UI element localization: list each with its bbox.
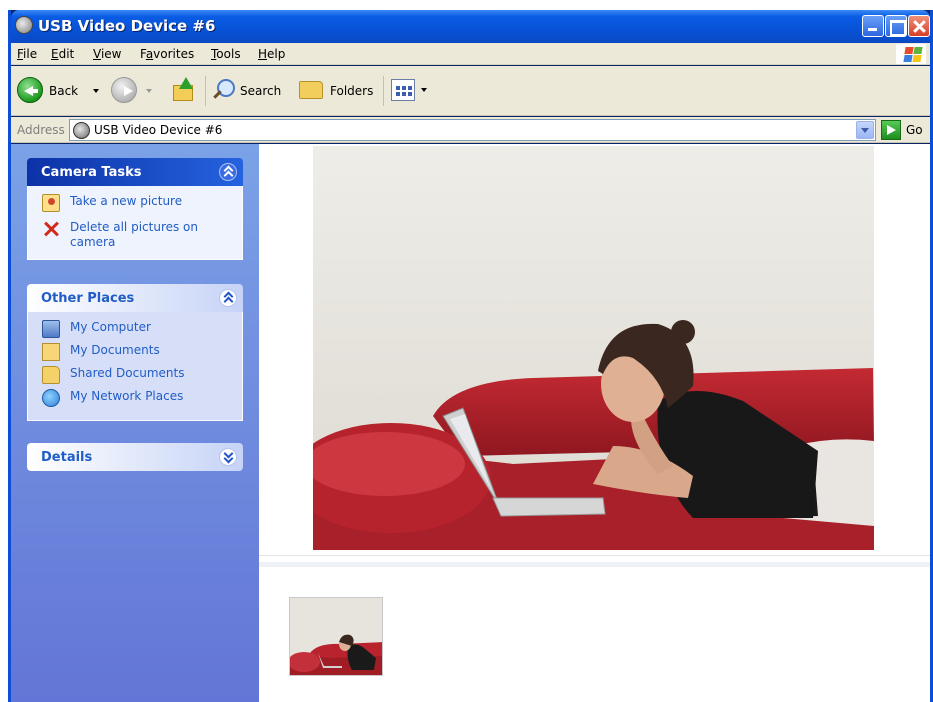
- standard-toolbar: Back Search Folders: [11, 66, 930, 116]
- camera-tasks-body: Take a new picture Delete all pictures o…: [27, 186, 243, 260]
- menu-favorites[interactable]: Favorites: [140, 47, 194, 61]
- menu-tools[interactable]: Tools: [211, 47, 241, 61]
- toolbar-separator: [383, 76, 384, 106]
- place-label: My Documents: [70, 343, 160, 357]
- back-button[interactable]: Back: [17, 77, 103, 105]
- address-bar: Address USB Video Device #6 Go: [11, 117, 930, 143]
- place-label: Shared Documents: [70, 366, 185, 380]
- folder-up-icon: [173, 77, 195, 101]
- forward-dropdown-icon[interactable]: [146, 89, 152, 93]
- go-button[interactable]: Go: [879, 119, 929, 141]
- search-button[interactable]: Search: [213, 77, 289, 105]
- delete-all-pictures-link[interactable]: Delete all pictures on camera: [40, 220, 236, 250]
- address-label: Address: [17, 123, 65, 137]
- up-folder-button[interactable]: [173, 77, 199, 105]
- collapse-chevron-icon[interactable]: [219, 163, 237, 181]
- address-input[interactable]: USB Video Device #6: [69, 119, 876, 141]
- go-arrow-icon: [881, 120, 901, 140]
- expand-chevron-icon[interactable]: [219, 448, 237, 466]
- camera-icon: [42, 194, 60, 212]
- folders-icon: [299, 81, 323, 99]
- network-icon: [42, 389, 60, 407]
- other-places-panel: Other Places My Computer My Documents Sh…: [27, 284, 243, 421]
- thumbnail-image: [290, 598, 382, 675]
- title-bar[interactable]: USB Video Device #6: [11, 10, 930, 43]
- delete-icon: [42, 220, 60, 238]
- camera-device-icon: [15, 16, 33, 34]
- menu-edit[interactable]: Edit: [51, 47, 74, 61]
- task-pane: Camera Tasks Take a new picture Delete a…: [11, 144, 259, 702]
- my-documents-link[interactable]: My Documents: [40, 343, 236, 365]
- views-dropdown-icon[interactable]: [421, 88, 427, 92]
- camera-preview-image[interactable]: [313, 146, 874, 550]
- maximize-button[interactable]: [885, 15, 907, 37]
- details-header[interactable]: Details: [27, 443, 243, 471]
- filmstrip: [259, 562, 930, 702]
- folder-icon: [42, 366, 60, 384]
- minimize-button[interactable]: [862, 15, 884, 37]
- camera-tasks-title: Camera Tasks: [41, 165, 142, 180]
- views-icon: [391, 79, 415, 101]
- task-label: Take a new picture: [70, 194, 183, 208]
- place-label: My Computer: [70, 320, 151, 334]
- task-label: Delete all pictures on camera: [70, 220, 199, 249]
- windows-logo-icon: [896, 44, 926, 64]
- camera-tasks-panel: Camera Tasks Take a new picture Delete a…: [27, 158, 243, 260]
- menu-file[interactable]: File: [17, 47, 37, 61]
- back-label: Back: [49, 84, 79, 98]
- search-label: Search: [240, 84, 282, 98]
- back-dropdown-icon[interactable]: [93, 89, 99, 93]
- place-label: My Network Places: [70, 389, 184, 403]
- explorer-window: USB Video Device #6 File Edit View Favor…: [8, 10, 933, 702]
- search-icon: [213, 79, 235, 99]
- back-arrow-icon: [17, 77, 43, 103]
- close-button[interactable]: [908, 15, 930, 37]
- details-title: Details: [41, 450, 93, 465]
- documents-icon: [42, 343, 60, 361]
- menu-help[interactable]: Help: [258, 47, 285, 61]
- views-button[interactable]: [391, 77, 431, 105]
- forward-button[interactable]: [111, 77, 161, 105]
- collapse-chevron-icon[interactable]: [219, 289, 237, 307]
- menu-view[interactable]: View: [93, 47, 121, 61]
- menu-bar: File Edit View Favorites Tools Help: [11, 43, 930, 65]
- computer-icon: [42, 320, 60, 338]
- my-computer-link[interactable]: My Computer: [40, 320, 236, 342]
- other-places-header[interactable]: Other Places: [27, 284, 243, 312]
- folders-label: Folders: [330, 84, 374, 98]
- chevron-down-icon[interactable]: [856, 121, 874, 139]
- address-value: USB Video Device #6: [94, 123, 223, 137]
- other-places-title: Other Places: [41, 291, 135, 306]
- woman-on-sofa-with-laptop-photo: [313, 146, 874, 550]
- folders-button[interactable]: Folders: [299, 77, 377, 105]
- forward-arrow-icon: [111, 77, 137, 103]
- go-label: Go: [906, 123, 923, 137]
- camera-device-icon: [73, 122, 90, 139]
- shared-documents-link[interactable]: Shared Documents: [40, 366, 236, 388]
- take-new-picture-link[interactable]: Take a new picture: [40, 194, 236, 216]
- toolbar-separator: [205, 76, 206, 106]
- details-panel: Details: [27, 443, 243, 471]
- camera-tasks-header[interactable]: Camera Tasks: [27, 158, 243, 186]
- my-network-places-link[interactable]: My Network Places: [40, 389, 236, 411]
- window-title: USB Video Device #6: [38, 17, 216, 35]
- picture-thumbnail[interactable]: [289, 597, 383, 676]
- content-area: [259, 144, 930, 702]
- other-places-body: My Computer My Documents Shared Document…: [27, 312, 243, 421]
- camera-preview-pane: [259, 144, 930, 556]
